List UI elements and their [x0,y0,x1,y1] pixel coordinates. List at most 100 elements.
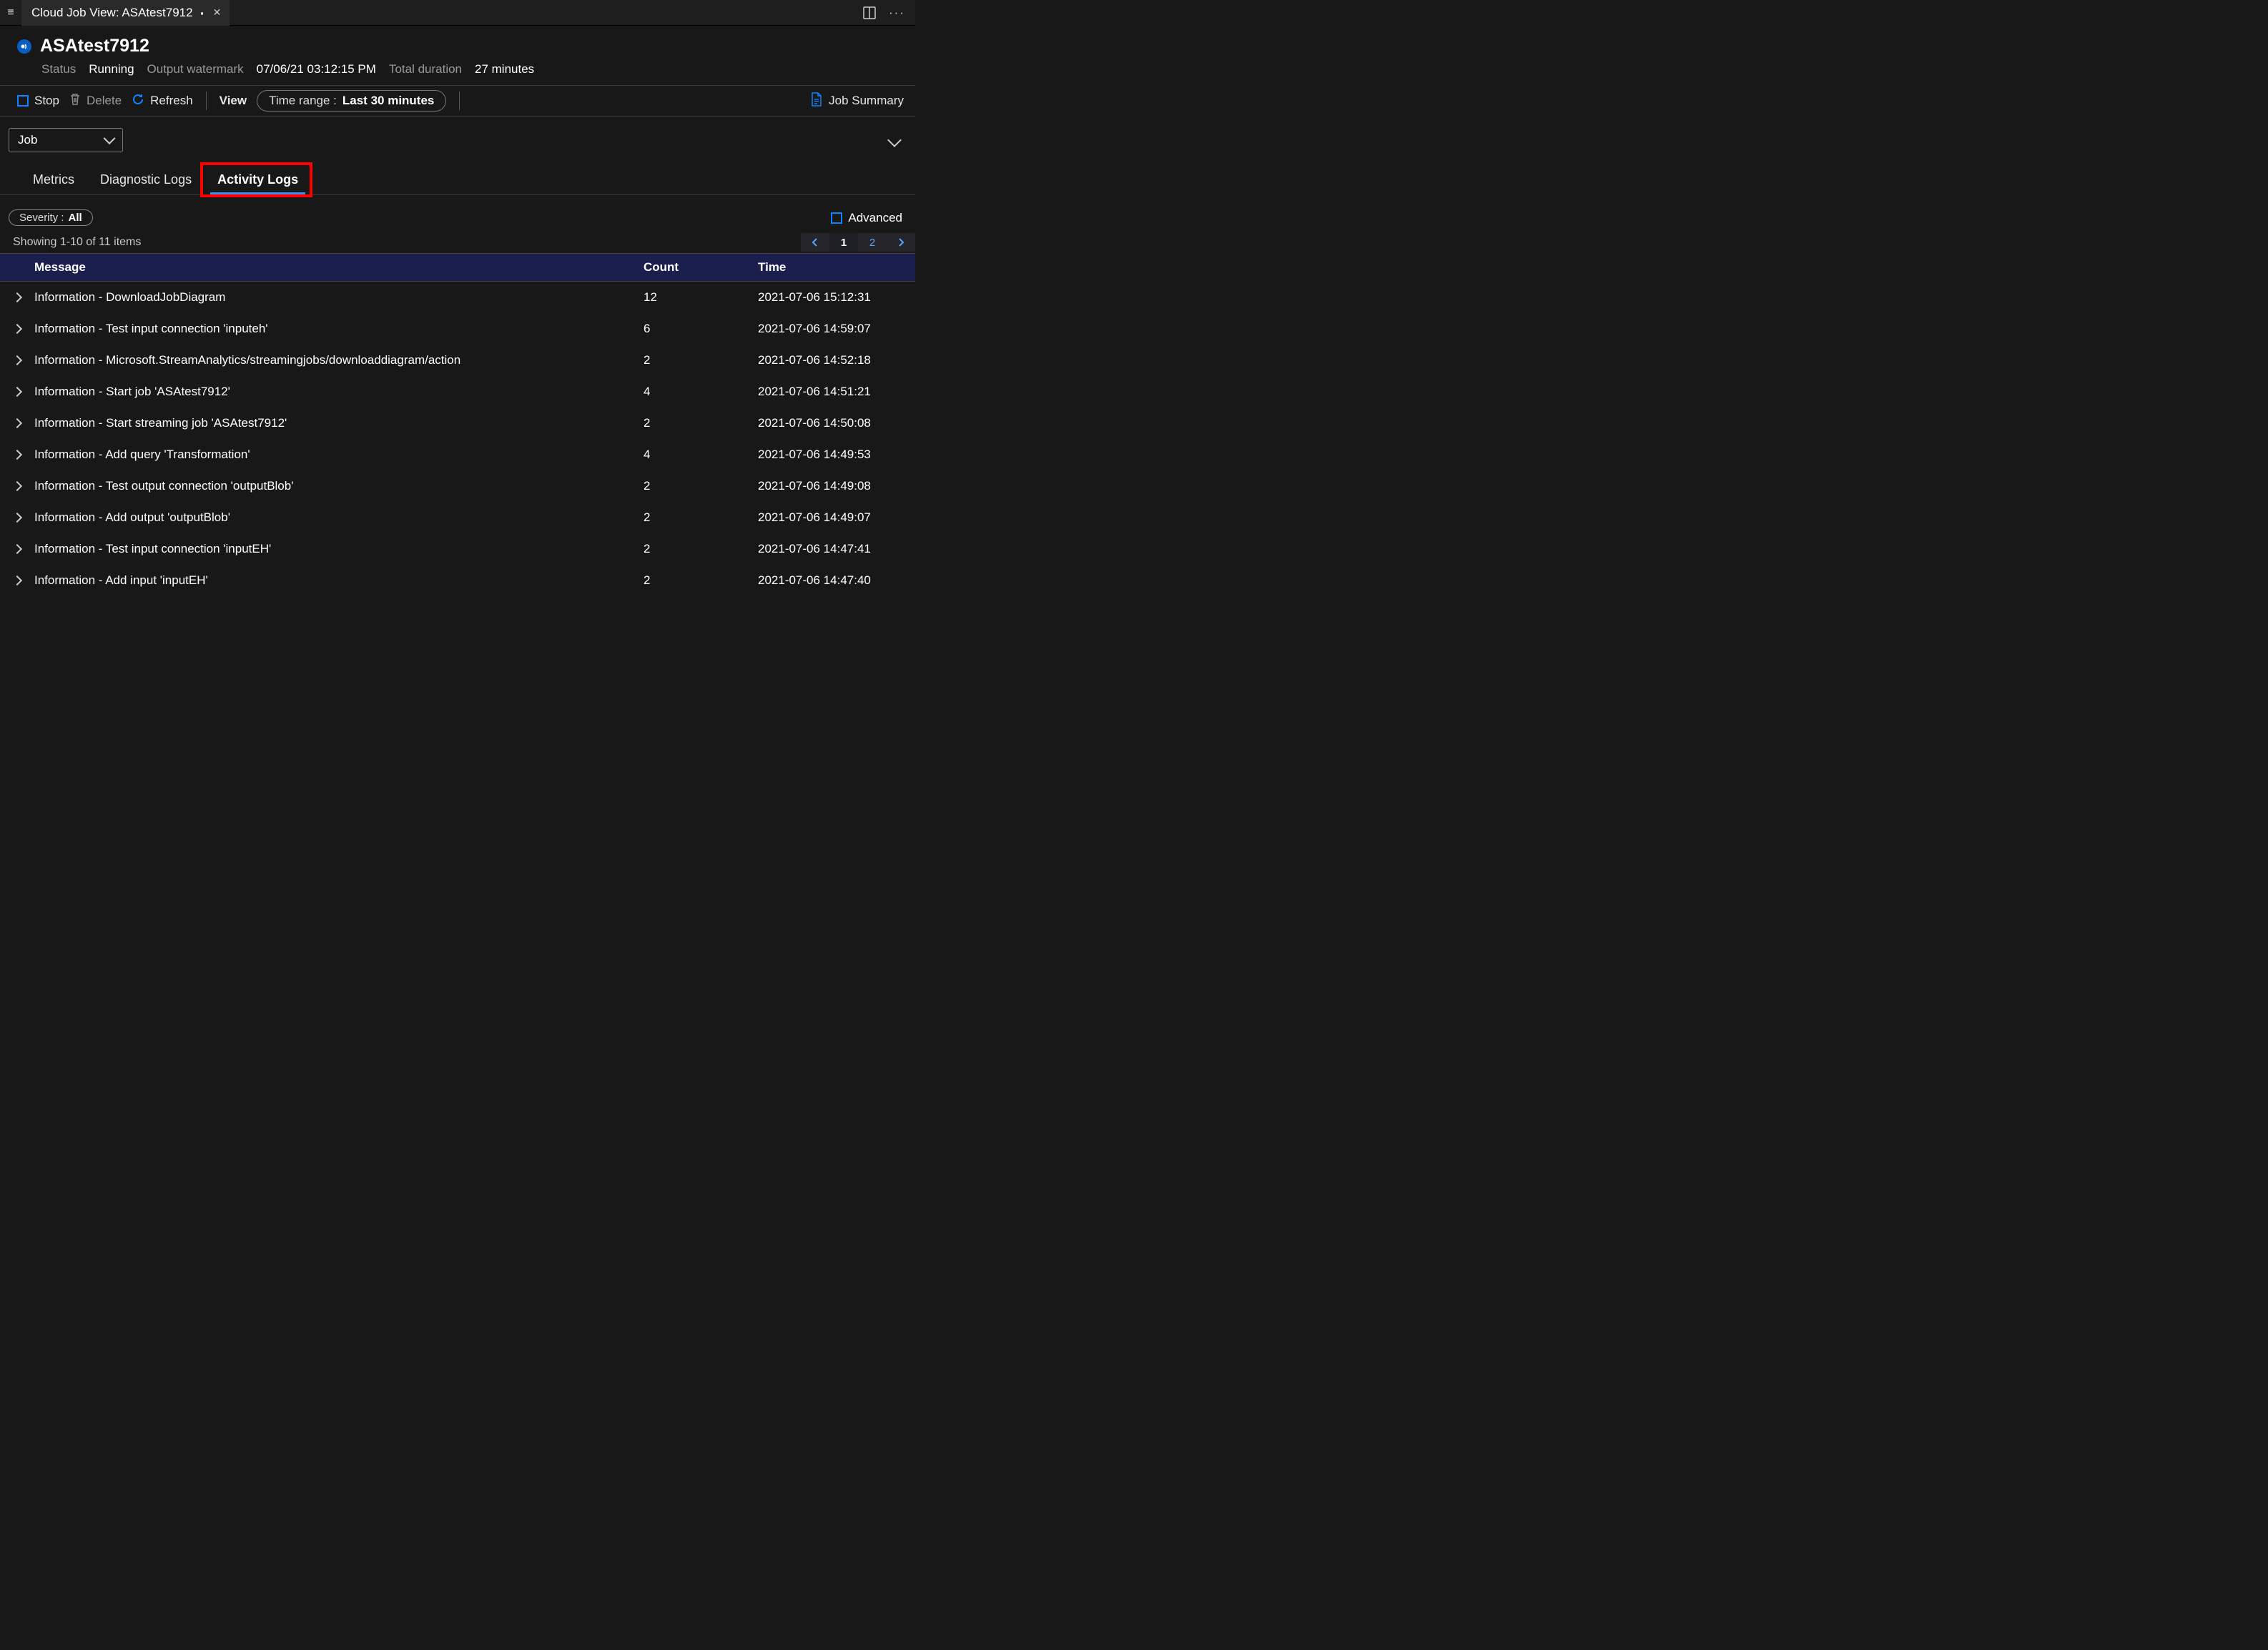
row-time: 2021-07-06 14:47:41 [758,542,915,556]
stop-label: Stop [34,94,59,108]
table-row[interactable]: Information - Add output 'outputBlob' 2 … [0,502,915,533]
refresh-icon [132,93,144,109]
row-count: 2 [644,573,758,588]
document-icon [810,92,823,110]
table-row[interactable]: Information - Add query 'Transformation'… [0,439,915,470]
delete-label: Delete [87,94,122,108]
expand-row-icon[interactable] [0,325,34,332]
advanced-label: Advanced [848,211,902,225]
collapse-panel-icon[interactable] [887,133,902,147]
severity-value: All [69,212,82,224]
row-time: 2021-07-06 14:50:08 [758,416,915,430]
table-body: Information - DownloadJobDiagram 12 2021… [0,282,915,596]
duration-label: Total duration [389,62,462,76]
severity-filter[interactable]: Severity : All [9,209,93,226]
pager-prev[interactable] [801,233,829,252]
pager: 1 2 [801,233,915,252]
pager-next[interactable] [887,233,915,252]
table-header: Message Count Time [0,253,915,282]
delete-button[interactable]: Delete [69,93,122,109]
refresh-button[interactable]: Refresh [132,93,193,109]
table-row[interactable]: Information - Microsoft.StreamAnalytics/… [0,345,915,376]
tab-diagnostic-logs[interactable]: Diagnostic Logs [87,165,204,194]
row-time: 2021-07-06 14:49:07 [758,510,915,525]
row-message: Information - DownloadJobDiagram [34,290,644,305]
trash-icon [69,93,81,109]
row-time: 2021-07-06 14:49:53 [758,448,915,462]
expand-row-icon[interactable] [0,451,34,458]
split-editor-icon[interactable] [863,6,876,19]
time-range-value: Last 30 minutes [342,94,435,108]
row-message: Information - Add input 'inputEH' [34,573,644,588]
pager-page-2-label: 2 [869,237,875,249]
tab-metrics-label: Metrics [33,172,74,187]
tab-activity-logs[interactable]: Activity Logs [204,165,311,194]
row-message: Information - Test input connection 'inp… [34,322,644,336]
stop-button[interactable]: Stop [17,94,59,108]
scope-dropdown-value: Job [18,133,37,147]
col-time[interactable]: Time [758,260,915,275]
row-time: 2021-07-06 15:12:31 [758,290,915,305]
row-time: 2021-07-06 14:52:18 [758,353,915,367]
row-count: 2 [644,479,758,493]
table-row[interactable]: Information - Start job 'ASAtest7912' 4 … [0,376,915,407]
job-icon [17,39,31,54]
expand-row-icon[interactable] [0,357,34,364]
tab-activity-label: Activity Logs [217,172,298,187]
row-time: 2021-07-06 14:49:08 [758,479,915,493]
col-message[interactable]: Message [34,260,644,275]
job-summary-label: Job Summary [829,94,904,108]
view-label: View [220,94,247,108]
row-message: Information - Start job 'ASAtest7912' [34,385,644,399]
expand-row-icon[interactable] [0,420,34,427]
table-row[interactable]: Information - Test input connection 'inp… [0,533,915,565]
job-summary-button[interactable]: Job Summary [810,92,904,110]
tab-metrics[interactable]: Metrics [20,165,87,194]
row-count: 4 [644,448,758,462]
row-count: 2 [644,416,758,430]
time-range-pill[interactable]: Time range : Last 30 minutes [257,90,446,112]
toolbar-separator [206,92,207,110]
page-header: ASAtest7912 Status Running Output waterm… [0,26,915,85]
row-message: Information - Start streaming job 'ASAte… [34,416,644,430]
expand-row-icon[interactable] [0,294,34,301]
toolbar: Stop Delete Refresh View Time range : La… [0,85,915,117]
pager-page-current-label: 1 [841,237,847,249]
time-range-label: Time range : [269,94,337,108]
table-row[interactable]: Information - Start streaming job 'ASAte… [0,407,915,439]
row-count: 4 [644,385,758,399]
table-row[interactable]: Information - DownloadJobDiagram 12 2021… [0,282,915,313]
advanced-link[interactable]: Advanced [831,211,902,225]
expand-row-icon[interactable] [0,388,34,395]
menu-icon[interactable]: ≡ [0,6,21,19]
expand-row-icon[interactable] [0,577,34,584]
table-row[interactable]: Information - Test input connection 'inp… [0,313,915,345]
pager-page-current[interactable]: 1 [829,233,858,252]
col-count[interactable]: Count [644,260,758,275]
close-tab-icon[interactable]: ✕ [213,6,222,19]
scope-row: Job [0,117,915,152]
more-actions-icon[interactable]: ··· [889,6,905,20]
title-bar: ≡ Cloud Job View: ASAtest7912 · ✕ ··· [0,0,915,26]
page-title: ASAtest7912 [40,36,149,56]
row-time: 2021-07-06 14:59:07 [758,322,915,336]
expand-row-icon[interactable] [0,483,34,490]
table-row[interactable]: Information - Add input 'inputEH' 2 2021… [0,565,915,596]
view-label-button: View [220,94,247,108]
severity-label: Severity : [19,212,64,224]
row-count: 12 [644,290,758,305]
row-time: 2021-07-06 14:51:21 [758,385,915,399]
watermark-value: 07/06/21 03:12:15 PM [257,62,376,76]
view-tabs: Metrics Diagnostic Logs Activity Logs [0,165,915,195]
expand-row-icon[interactable] [0,545,34,553]
scope-dropdown[interactable]: Job [9,128,123,152]
table-row[interactable]: Information - Test output connection 'ou… [0,470,915,502]
row-count: 2 [644,542,758,556]
pager-page-2[interactable]: 2 [858,233,887,252]
filter-row: Severity : All Advanced [0,195,915,232]
row-message: Information - Add query 'Transformation' [34,448,644,462]
row-count: 2 [644,510,758,525]
editor-tab[interactable]: Cloud Job View: ASAtest7912 · ✕ [21,0,230,26]
expand-row-icon[interactable] [0,514,34,521]
row-message: Information - Microsoft.StreamAnalytics/… [34,353,644,367]
